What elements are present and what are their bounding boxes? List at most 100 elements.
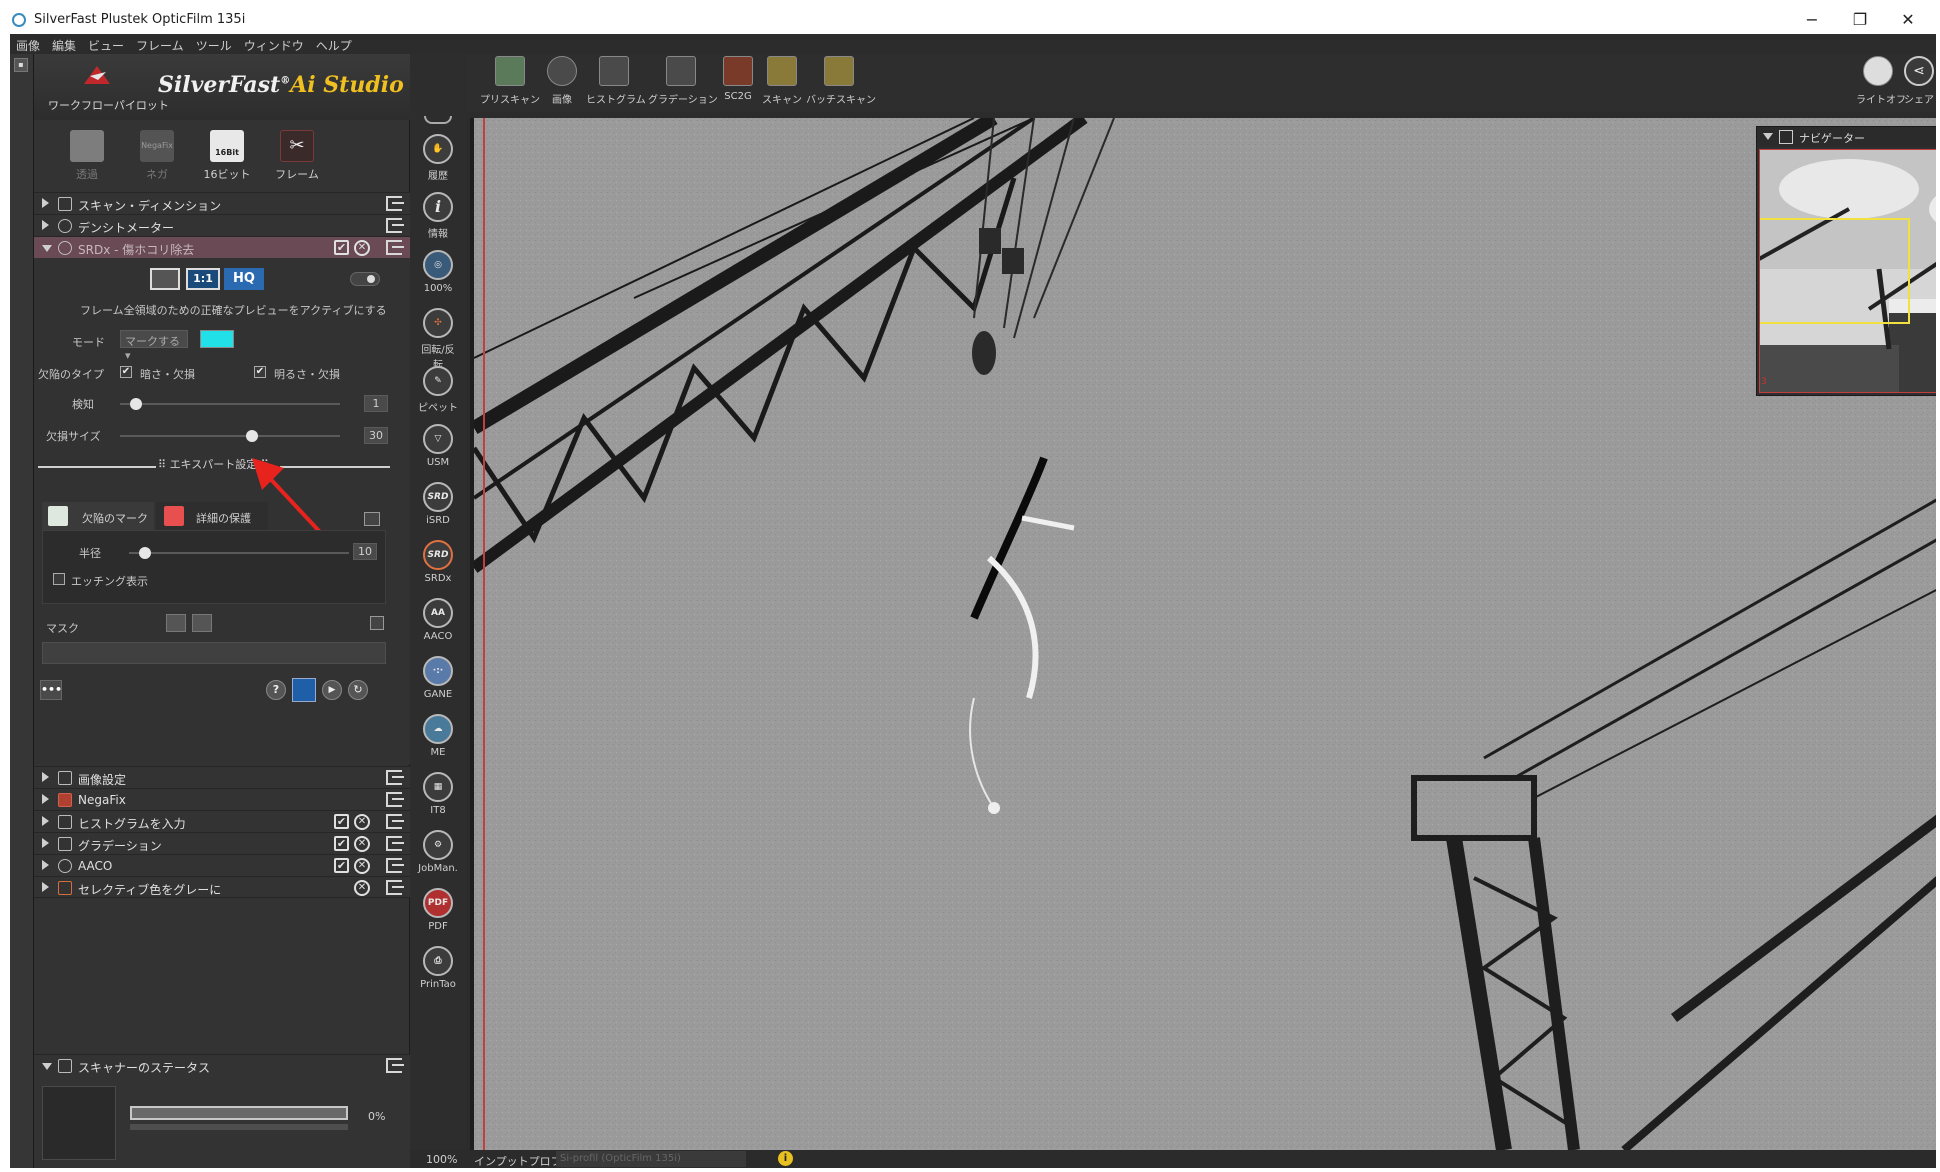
collapse-icon[interactable] xyxy=(42,1063,52,1070)
pipette-button[interactable]: ✎ ピペット xyxy=(418,366,458,422)
more-button[interactable]: ••• xyxy=(40,680,62,700)
expand-icon[interactable] xyxy=(42,838,49,848)
zoom-1-1-button[interactable]: 1:1 xyxy=(186,268,220,290)
scan-button[interactable]: スキャン xyxy=(762,56,802,110)
scroll-up-indicator[interactable] xyxy=(424,116,452,124)
lights-off-button[interactable]: ライトオフ xyxy=(1856,56,1906,110)
gane-button[interactable]: ·:· GANE xyxy=(418,656,458,712)
expand-icon[interactable] xyxy=(42,772,49,782)
radius-slider-knob[interactable] xyxy=(139,547,151,559)
defect-size-slider[interactable] xyxy=(120,435,340,437)
panel-minimize-icon[interactable] xyxy=(364,512,380,526)
etching-checkbox[interactable] xyxy=(53,573,65,585)
mask-edit-icon[interactable] xyxy=(166,614,186,632)
radius-value[interactable]: 10 xyxy=(353,543,377,560)
expand-icon[interactable] xyxy=(42,794,49,804)
defect-dark-checkbox[interactable]: ✔ xyxy=(120,366,132,378)
menu-help[interactable]: ヘルプ xyxy=(310,34,358,54)
expand-icon[interactable] xyxy=(42,860,49,870)
tab-detail-protect[interactable]: 詳細の保護 xyxy=(156,502,268,530)
section-selective-color[interactable]: セレクティブ色をグレーに ✕ xyxy=(34,876,410,898)
minimize-button[interactable]: − xyxy=(1792,8,1832,32)
workflow-pilot-label[interactable]: ワークフローパイロット xyxy=(48,97,169,113)
me-button[interactable]: ☁ ME xyxy=(418,714,458,770)
detect-slider[interactable] xyxy=(120,403,340,405)
detach-icon[interactable] xyxy=(386,858,404,873)
collapse-icon[interactable] xyxy=(42,245,52,252)
detach-icon[interactable] xyxy=(386,814,404,829)
prescan-button[interactable]: プリスキャン xyxy=(480,56,540,110)
mask-collapse-icon[interactable] xyxy=(370,616,384,630)
detach-icon[interactable] xyxy=(386,196,404,211)
jobman-button[interactable]: ⚙ JobMan. xyxy=(418,830,458,886)
help-icon[interactable]: ? xyxy=(266,680,286,700)
navigator-thumbnail[interactable] xyxy=(1759,149,1936,393)
defect-size-value[interactable]: 30 xyxy=(364,427,388,444)
detach-icon[interactable] xyxy=(386,880,404,895)
section-input-histogram[interactable]: ヒストグラムを入力 ✔ ✕ xyxy=(34,810,410,832)
mode-16bit[interactable]: 16Bit 16ビット xyxy=(192,122,262,186)
preset-icon[interactable] xyxy=(292,678,316,702)
reset-icon[interactable]: ✕ xyxy=(354,836,370,852)
history-button[interactable]: ✋ 履歴 xyxy=(418,134,458,190)
radius-slider[interactable] xyxy=(129,552,349,554)
section-image-settings[interactable]: 画像設定 xyxy=(34,766,410,788)
collapse-icon[interactable]: ▪ xyxy=(14,58,28,72)
enable-check[interactable]: ✔ xyxy=(334,858,349,873)
mode-frame[interactable]: ✂ フレーム xyxy=(262,122,332,186)
menu-edit[interactable]: 編集 xyxy=(46,34,82,54)
menu-tools[interactable]: ツール xyxy=(190,34,238,54)
menu-frame[interactable]: フレーム xyxy=(130,34,190,54)
reset-icon[interactable]: ✕ xyxy=(354,240,370,256)
section-srdx[interactable]: SRDx - 傷ホコリ除去 ✔ ✕ xyxy=(34,236,410,258)
mode-dropdown[interactable]: マークする ▾ xyxy=(120,330,188,362)
section-densitometer[interactable]: デンシトメーター xyxy=(34,214,410,236)
expand-icon[interactable] xyxy=(42,816,49,826)
isrd-button[interactable]: SRD iSRD xyxy=(418,482,458,538)
menu-image[interactable]: 画像 xyxy=(10,34,46,54)
mode-negative[interactable]: NegaFix ネガ xyxy=(122,122,192,186)
play-icon[interactable]: ▶ xyxy=(322,680,342,700)
menu-view[interactable]: ビュー xyxy=(82,34,130,54)
expand-icon[interactable] xyxy=(42,220,49,230)
detect-value[interactable]: 1 xyxy=(364,395,388,412)
detach-icon[interactable] xyxy=(386,770,404,785)
section-aaco[interactable]: AACO ✔ ✕ xyxy=(34,854,410,876)
collapse-icon[interactable] xyxy=(1763,133,1773,140)
detach-icon[interactable] xyxy=(386,1058,404,1073)
printao-button[interactable]: ⎙ PrinTao xyxy=(418,946,458,1002)
defect-size-slider-knob[interactable] xyxy=(246,430,258,442)
expand-icon[interactable] xyxy=(42,882,49,892)
tab-defect-mark[interactable]: 欠陥のマーク xyxy=(42,502,154,530)
detach-icon[interactable] xyxy=(386,218,404,233)
section-scan-dimension[interactable]: スキャン・ディメンション xyxy=(34,192,410,214)
section-gradation[interactable]: グラデーション ✔ ✕ xyxy=(34,832,410,854)
histogram-button[interactable]: ヒストグラム xyxy=(586,56,646,110)
zoom-button[interactable]: ◎ 100% xyxy=(418,250,458,306)
mask-pin-icon[interactable] xyxy=(192,614,212,632)
batch-scan-button[interactable]: バッチスキャン xyxy=(806,56,876,110)
sc2g-button[interactable]: SC2G xyxy=(718,56,758,110)
close-button[interactable]: ✕ xyxy=(1888,8,1928,32)
input-profile-field[interactable]: Si-profil (OpticFilm 135i) xyxy=(556,1151,746,1167)
frame-view-button[interactable] xyxy=(150,268,180,290)
maximize-button[interactable]: ❐ xyxy=(1840,8,1880,32)
share-button[interactable]: ⋖ シェア xyxy=(1902,56,1936,110)
workflow-pilot-icon[interactable] xyxy=(80,62,114,88)
info-icon[interactable]: i xyxy=(778,1151,793,1166)
aaco-button[interactable]: AA AACO xyxy=(418,598,458,654)
section-negafix[interactable]: NegaFix xyxy=(34,788,410,810)
detach-icon[interactable] xyxy=(386,240,404,255)
gradation-button[interactable]: グラデーション xyxy=(648,56,718,110)
reset-icon[interactable]: ✕ xyxy=(354,880,370,896)
enable-check[interactable]: ✔ xyxy=(334,836,349,851)
mask-field[interactable] xyxy=(42,642,386,664)
expand-icon[interactable] xyxy=(42,198,49,208)
detect-slider-knob[interactable] xyxy=(130,398,142,410)
image-button[interactable]: 画像 xyxy=(542,56,582,110)
enable-check[interactable]: ✔ xyxy=(334,240,349,255)
mark-color-swatch[interactable] xyxy=(200,330,234,348)
srdx-button[interactable]: SRD SRDx xyxy=(418,540,458,596)
rotate-flip-button[interactable]: ✣回転/反転 xyxy=(418,308,458,371)
reset-icon[interactable]: ✕ xyxy=(354,858,370,874)
